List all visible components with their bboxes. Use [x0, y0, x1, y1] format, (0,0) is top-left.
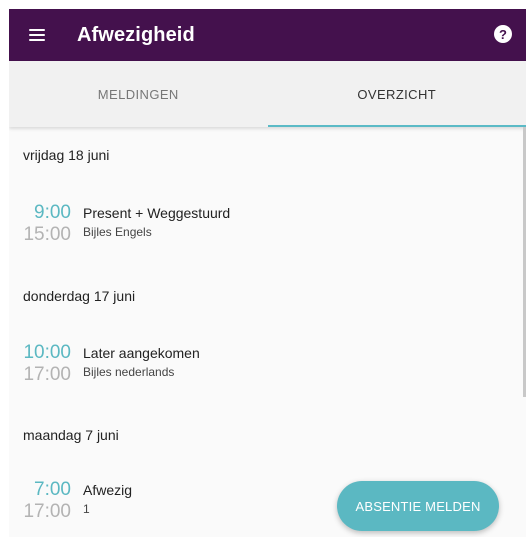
date-header: vrijdag 18 juni — [23, 147, 110, 163]
absence-detail: Bijles nederlands — [83, 365, 175, 379]
help-icon[interactable]: ? — [494, 25, 512, 43]
list-item[interactable]: 7:00 17:00 Afwezig 1 — [23, 479, 323, 523]
list-item[interactable]: 9:00 15:00 Present + Weggestuurd Bijles … — [23, 202, 323, 246]
tab-meldingen[interactable]: MELDINGEN — [9, 61, 268, 127]
menu-icon[interactable] — [9, 9, 65, 61]
date-header: donderdag 17 juni — [23, 288, 136, 304]
absence-status: Afwezig — [83, 482, 133, 498]
app-screen: Afwezigheid ? MELDINGEN OVERZICHT vrijda… — [9, 9, 526, 537]
list-item[interactable]: 10:00 17:00 Later aangekomen Bijles nede… — [23, 342, 323, 386]
absence-detail: 1 — [83, 502, 90, 516]
end-time: 17:00 — [23, 364, 71, 385]
end-time: 17:00 — [23, 501, 71, 522]
report-absence-button[interactable]: ABSENTIE MELDEN — [337, 481, 499, 531]
date-header: maandag 7 juni — [23, 427, 119, 443]
start-time: 7:00 — [34, 479, 71, 500]
start-time: 10:00 — [23, 342, 71, 363]
tab-overzicht[interactable]: OVERZICHT — [267, 61, 527, 127]
end-time: 15:00 — [23, 224, 71, 245]
page-title: Afwezigheid — [77, 23, 195, 46]
start-time: 9:00 — [34, 202, 71, 223]
absence-status: Later aangekomen — [83, 345, 200, 361]
app-bar: Afwezigheid ? — [9, 9, 526, 61]
tab-bar: MELDINGEN OVERZICHT — [9, 61, 526, 127]
absence-status: Present + Weggestuurd — [83, 205, 231, 221]
absence-detail: Bijles Engels — [83, 225, 152, 239]
scrollbar[interactable] — [523, 127, 526, 397]
